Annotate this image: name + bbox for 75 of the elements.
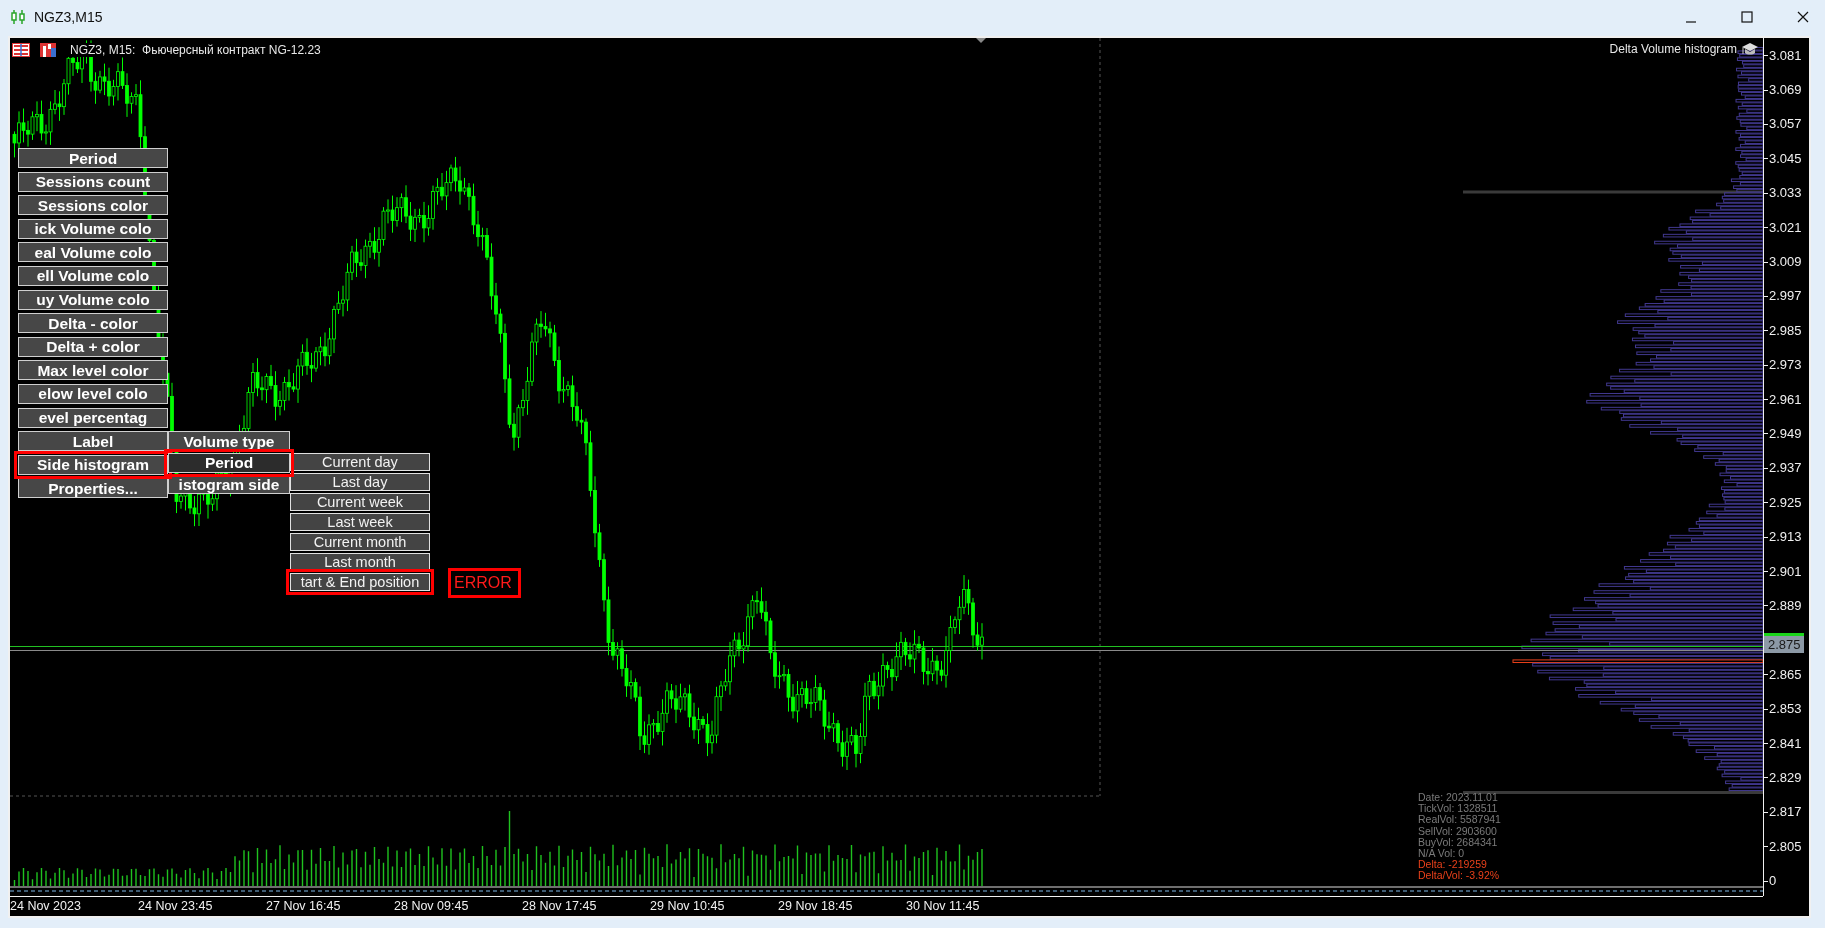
menu-button[interactable]: elow level colo — [18, 383, 168, 404]
menu-button[interactable]: ell Volume colo — [18, 265, 168, 286]
table-icon[interactable] — [12, 43, 30, 57]
price-label: 2.841 — [1764, 735, 1802, 751]
price-label: 2.829 — [1764, 769, 1802, 785]
period-option[interactable]: Current week — [290, 492, 430, 511]
price-label: 0 — [1764, 873, 1777, 889]
stat-text: N/A Vol: 0 — [1418, 848, 1466, 860]
price-label: 2.925 — [1764, 494, 1802, 510]
price-label: 2.853 — [1764, 701, 1802, 717]
menu-button[interactable]: Label — [18, 431, 168, 452]
stat-text: Delta/Vol: -3.92% — [1418, 870, 1501, 882]
maximize-icon[interactable] — [1741, 11, 1753, 23]
submenu-button[interactable]: Volume type — [168, 431, 290, 451]
time-label: 27 Nov 16:45 — [266, 898, 342, 915]
time-label: 29 Nov 10:45 — [650, 898, 726, 915]
stat-text: SellVol: 2903600 — [1418, 825, 1498, 837]
time-label: 24 Nov 23:45 — [138, 898, 214, 915]
menu-button[interactable]: Sessions count — [18, 171, 168, 192]
price-label: 3.021 — [1764, 219, 1802, 235]
price-label: 2.949 — [1764, 426, 1802, 441]
period-option[interactable]: Current day — [290, 452, 430, 471]
price-label: 3.081 — [1764, 47, 1802, 63]
price-label: 2.937 — [1764, 460, 1802, 476]
submenu-button[interactable]: Period — [168, 452, 290, 473]
stat-text: RealVol: 5587941 — [1418, 814, 1501, 826]
stat-text: Delta: -219259 — [1418, 859, 1488, 871]
price-label: 2.865 — [1764, 666, 1802, 682]
menu-button[interactable]: eal Volume colo — [18, 242, 168, 263]
graduation-cap-icon[interactable] — [1741, 42, 1759, 56]
price-label: 2.889 — [1764, 597, 1802, 613]
stat-text: Date: 2023.11.01 — [1418, 792, 1499, 804]
current-price-tag: 2.875 — [1764, 632, 1804, 653]
period-option[interactable]: Current month — [290, 532, 430, 551]
price-label: 2.817 — [1764, 804, 1802, 820]
menu-button[interactable]: Delta + color — [18, 336, 168, 357]
indicator-label: Delta Volume histogram — [1609, 42, 1737, 56]
menu-button[interactable]: Properties... — [18, 478, 168, 499]
menu-button[interactable]: Max level color — [18, 360, 168, 381]
time-label: 24 Nov 2023 — [10, 898, 82, 915]
price-label: 3.033 — [1764, 185, 1802, 201]
stat-text: TickVol: 1328511 — [1418, 803, 1499, 815]
time-label: 28 Nov 17:45 — [522, 898, 598, 915]
price-label: 2.805 — [1764, 838, 1802, 854]
price-label: 2.901 — [1764, 563, 1802, 579]
window-title: NGZ3,M15 — [34, 9, 103, 25]
stat-text: BuyVol: 2684341 — [1418, 836, 1499, 848]
menu-button[interactable]: evel percentag — [18, 407, 168, 428]
time-label: 30 Nov 11:45 — [906, 898, 981, 915]
price-label: 3.009 — [1764, 254, 1802, 270]
menu-button[interactable]: Period — [18, 148, 168, 168]
period-option[interactable]: Last week — [290, 512, 430, 531]
chart-icon[interactable] — [40, 43, 56, 57]
price-label: 2.913 — [1764, 529, 1802, 545]
price-label: 2.985 — [1764, 322, 1802, 338]
time-label: 28 Nov 09:45 — [394, 898, 470, 915]
candlestick-icon — [10, 9, 26, 25]
error-label: ERROR — [448, 568, 521, 598]
menu-button[interactable]: Side histogram — [18, 454, 168, 475]
shift-marker-icon[interactable] — [976, 38, 986, 43]
price-label: 2.961 — [1764, 391, 1802, 407]
price-label: 3.069 — [1764, 82, 1802, 98]
price-label: 2.997 — [1764, 288, 1802, 304]
menu-button[interactable]: Delta - color — [18, 313, 168, 334]
price-label: 3.045 — [1764, 150, 1802, 166]
period-option[interactable]: Last day — [290, 472, 430, 491]
close-icon[interactable] — [1797, 11, 1809, 23]
period-option[interactable]: tart & End position — [290, 572, 430, 591]
time-label: 29 Nov 18:45 — [778, 898, 854, 915]
price-label: 2.973 — [1764, 357, 1802, 373]
menu-button[interactable]: uy Volume colo — [18, 289, 168, 310]
chart-header: NGZ3, M15: Фьючерсный контракт NG-12.23 — [68, 43, 323, 57]
price-label: 3.057 — [1764, 116, 1802, 132]
menu-button[interactable]: ick Volume colo — [18, 218, 168, 239]
menu-button[interactable]: Sessions color — [18, 195, 168, 216]
